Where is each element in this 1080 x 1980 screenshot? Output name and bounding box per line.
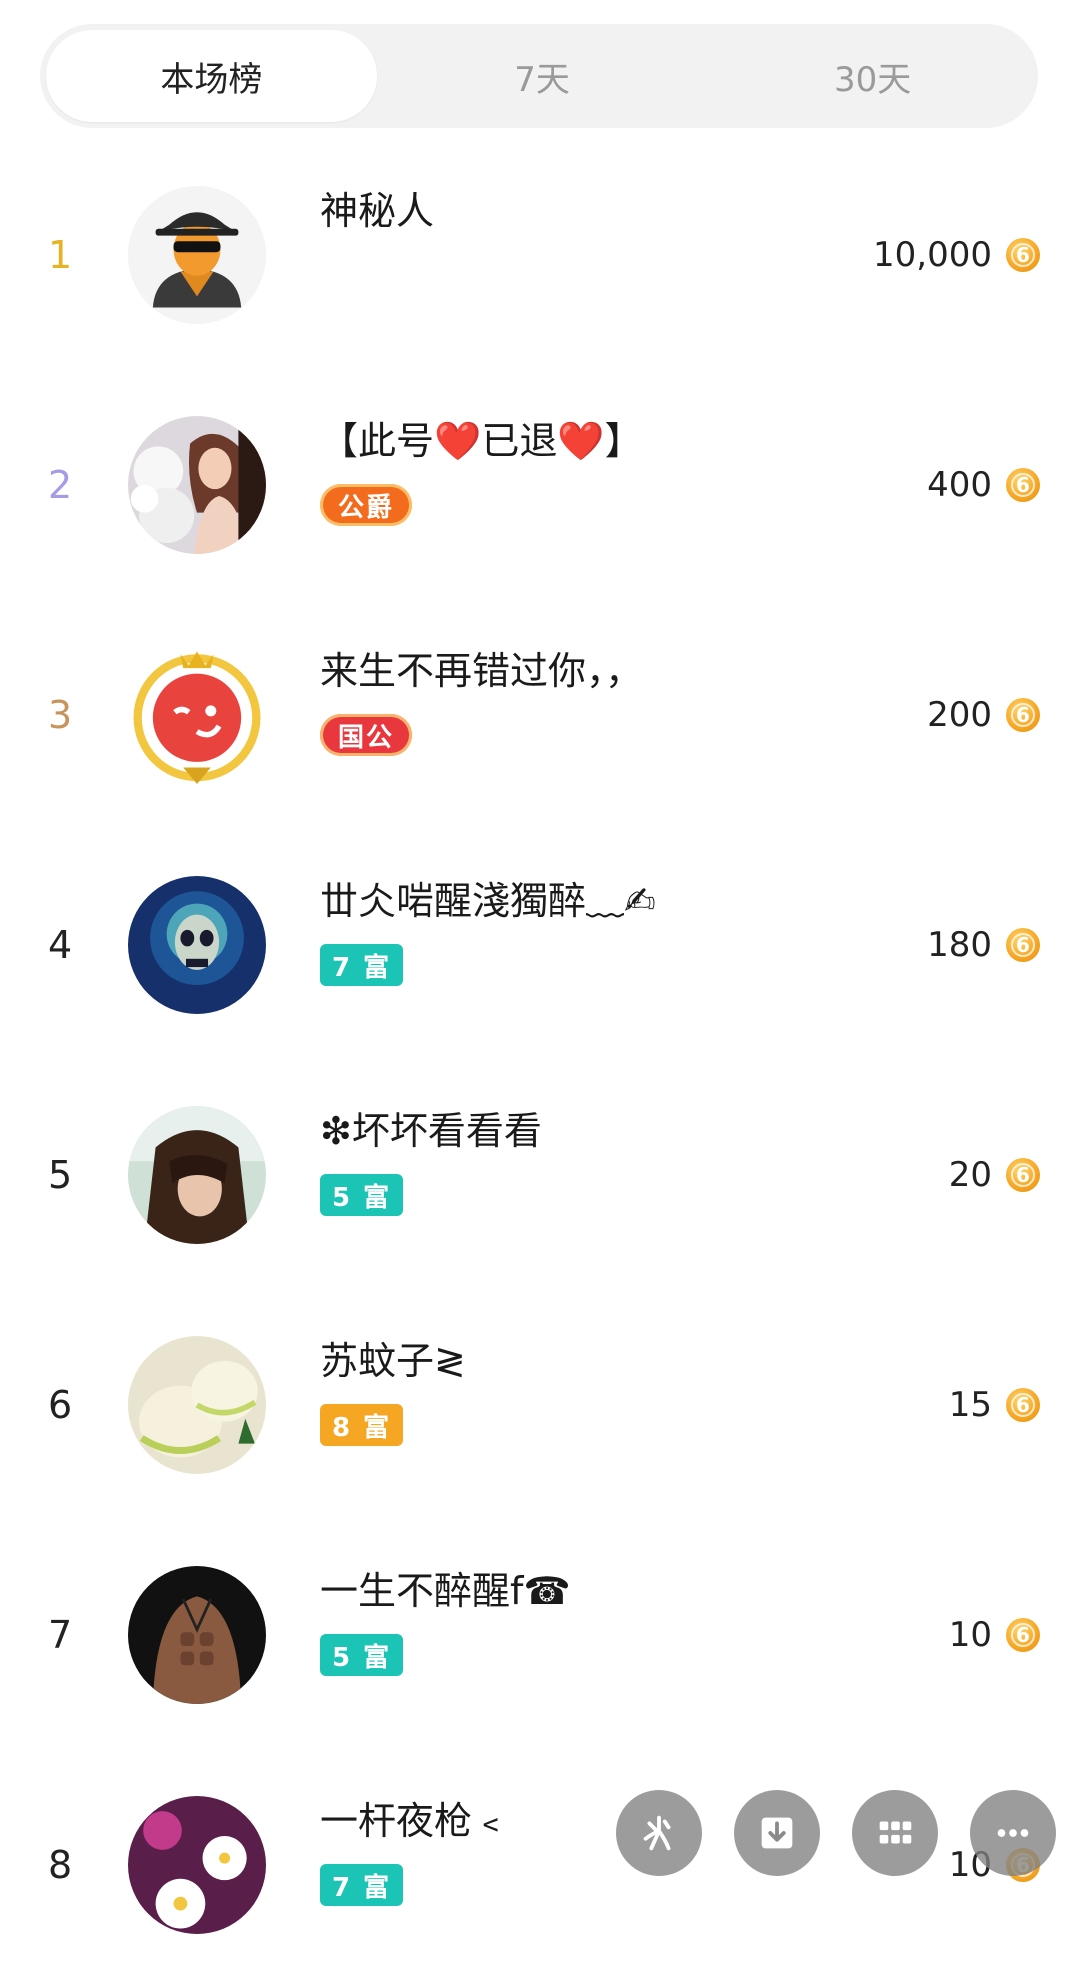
rank-number: 4 [48, 923, 73, 967]
tab-7-days[interactable]: 7天 [377, 24, 708, 128]
user-info: ❇坏坏看看看 5 富 [320, 1108, 880, 1216]
sparkle-icon [643, 1815, 671, 1851]
score: 180 6 [927, 830, 1040, 1060]
wealth-badge: 8 富 [320, 1404, 404, 1446]
ranking-row[interactable]: 1 神秘人 10,000 6 [0, 140, 1080, 370]
coin-icon: 6 [1006, 1158, 1040, 1192]
more-button[interactable] [970, 1790, 1056, 1876]
ranking-list: 1 神秘人 10,000 6 2 【此号❤️已退❤️】 公爵 400 6 3 来… [0, 140, 1080, 1980]
coin-icon: 6 [1006, 468, 1040, 502]
score: 200 6 [927, 600, 1040, 830]
wealth-badge: 7 富 [320, 1864, 404, 1906]
noble-badge: 国公 [320, 714, 413, 756]
user-name: 丗仌啱醒淺獨醉﹏✍ [320, 879, 656, 923]
user-info: 一生不醉醒f☎ 5 富 [320, 1568, 880, 1676]
user-name: ❇坏坏看看看 [320, 1109, 542, 1153]
icecream-avatar[interactable] [128, 1336, 266, 1474]
coin-icon: 6 [1006, 698, 1040, 732]
wealth-badge: 5 富 [320, 1174, 404, 1216]
score: 10,000 6 [873, 140, 1040, 370]
user-info: 神秘人 [320, 188, 880, 234]
tab-30-days[interactable]: 30天 [707, 24, 1038, 128]
download-icon [761, 1817, 793, 1849]
ranking-row[interactable]: 4 丗仌啱醒淺獨醉﹏✍ 7 富 180 6 [0, 830, 1080, 1060]
coin-icon: 6 [1006, 928, 1040, 962]
user-info: 丗仌啱醒淺獨醉﹏✍ 7 富 [320, 878, 880, 986]
abs-photo-avatar[interactable] [128, 1566, 266, 1704]
score: 15 6 [949, 1290, 1040, 1520]
ranking-row[interactable]: 5 ❇坏坏看看看 5 富 20 6 [0, 1060, 1080, 1290]
score-value: 200 [927, 695, 992, 735]
score-value: 10,000 [873, 235, 992, 275]
sparkle-button[interactable] [616, 1790, 702, 1876]
period-tabs: 本场榜 7天 30天 [40, 24, 1038, 128]
rank-number: 5 [48, 1153, 73, 1197]
flower-avatar[interactable] [128, 1796, 266, 1934]
noble-badge: 公爵 [320, 484, 413, 526]
rank-number: 6 [48, 1383, 73, 1427]
crowned-emoji-avatar[interactable] [128, 646, 266, 784]
coin-icon: 6 [1006, 238, 1040, 272]
more-icon [997, 1829, 1029, 1837]
score-value: 15 [948, 1385, 992, 1425]
girl-hair-avatar[interactable] [128, 1106, 266, 1244]
rank-number: 3 [48, 693, 73, 737]
user-name: 来生不再错过你，， [320, 649, 644, 693]
score-value: 400 [927, 465, 992, 505]
rank-number: 7 [48, 1613, 73, 1657]
user-name: 苏蚊子≷ [320, 1339, 466, 1383]
grid-button[interactable] [852, 1790, 938, 1876]
score-value: 10 [948, 1615, 992, 1655]
ranking-row[interactable]: 7 一生不醉醒f☎ 5 富 10 6 [0, 1520, 1080, 1750]
mystery-avatar[interactable] [128, 186, 266, 324]
score: 20 6 [949, 1060, 1040, 1290]
rank-number: 1 [48, 233, 73, 277]
ranking-row[interactable]: 2 【此号❤️已退❤️】 公爵 400 6 [0, 370, 1080, 600]
grid-icon [879, 1821, 912, 1844]
girl-photo-avatar[interactable] [128, 416, 266, 554]
user-name: 神秘人 [320, 189, 435, 233]
wealth-badge: 5 富 [320, 1634, 404, 1676]
ranking-row[interactable]: 3 来生不再错过你，， 国公 200 6 [0, 600, 1080, 830]
ranking-row[interactable]: 6 苏蚊子≷ 8 富 15 6 [0, 1290, 1080, 1520]
user-name: 一生不醉醒f☎ [320, 1569, 571, 1613]
skull-avatar[interactable] [128, 876, 266, 1014]
user-name: 【此号❤️已退❤️】 [320, 419, 643, 463]
download-button[interactable] [734, 1790, 820, 1876]
wealth-badge: 7 富 [320, 944, 404, 986]
floating-toolbar [616, 1790, 1056, 1876]
score-value: 20 [948, 1155, 992, 1195]
score: 400 6 [927, 370, 1040, 600]
score-value: 180 [927, 925, 992, 965]
rank-number: 8 [48, 1843, 73, 1887]
coin-icon: 6 [1006, 1388, 1040, 1422]
score: 10 6 [949, 1520, 1040, 1750]
user-info: 【此号❤️已退❤️】 公爵 [320, 418, 880, 526]
tab-current-session[interactable]: 本场榜 [46, 30, 377, 122]
user-info: 来生不再错过你，， 国公 [320, 648, 880, 756]
user-info: 苏蚊子≷ 8 富 [320, 1338, 880, 1446]
coin-icon: 6 [1006, 1618, 1040, 1652]
rank-number: 2 [48, 463, 73, 507]
